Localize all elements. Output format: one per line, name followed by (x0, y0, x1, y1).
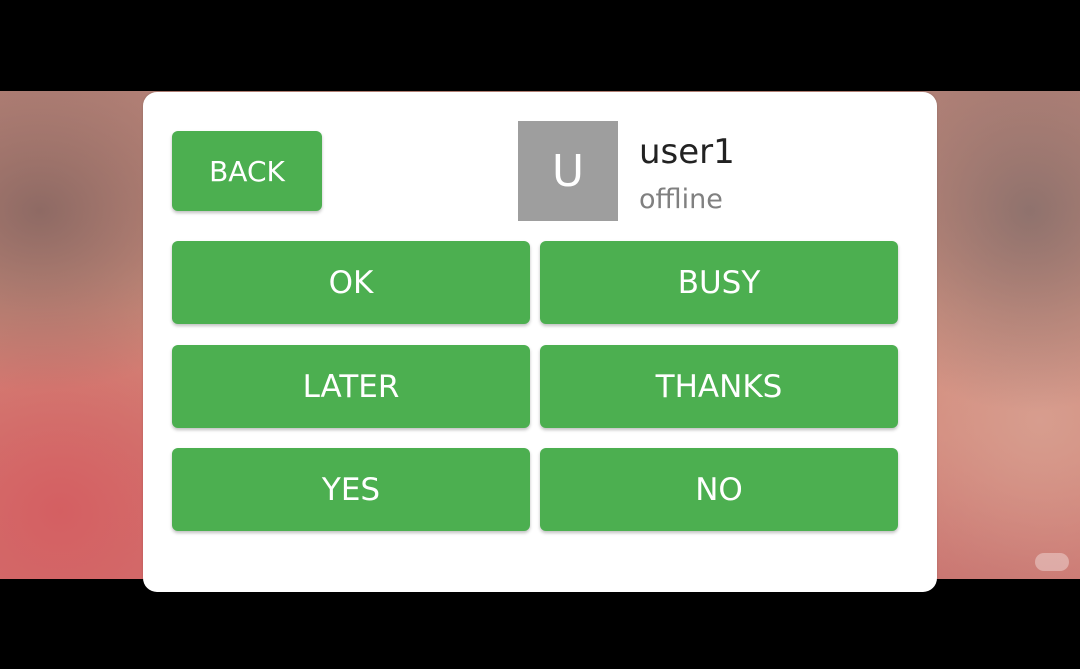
reply-button-yes[interactable]: YES (172, 448, 530, 531)
contact-status: offline (639, 184, 723, 215)
reply-button-later[interactable]: LATER (172, 345, 530, 428)
reply-button-busy[interactable]: BUSY (540, 241, 898, 324)
letterbox-bottom (0, 579, 1080, 669)
avatar-letter: U (551, 145, 585, 197)
reply-button-thanks[interactable]: THANKS (540, 345, 898, 428)
reply-button-ok[interactable]: OK (172, 241, 530, 324)
contact-name: user1 (639, 132, 735, 172)
avatar: U (518, 121, 618, 221)
reply-button-no[interactable]: NO (540, 448, 898, 531)
watermark-badge (1035, 553, 1069, 571)
back-button[interactable]: BACK (172, 131, 322, 211)
quick-reply-dialog: BACK U user1 offline OK BUSY LATER THANK… (143, 92, 937, 592)
letterbox-top (0, 0, 1080, 91)
